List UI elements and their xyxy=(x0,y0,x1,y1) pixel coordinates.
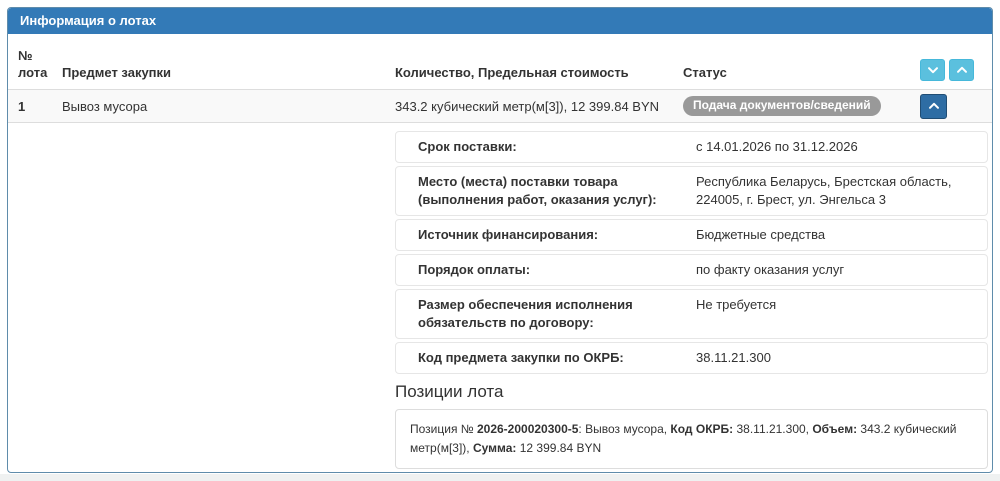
positions-heading: Позиции лота xyxy=(395,382,988,402)
detail-label: Срок поставки: xyxy=(418,138,696,156)
lot-subject-cell: Вывоз мусора xyxy=(62,99,395,114)
lot-number-header-line2: лота xyxy=(18,65,47,80)
col-header-status: Статус xyxy=(683,64,920,81)
col-header-quantity: Количество, Предельная стоимость xyxy=(395,64,683,81)
status-badge: Подача документов/сведений xyxy=(683,96,881,116)
position-okrb-label: Код ОКРБ: xyxy=(670,422,733,436)
detail-row-security-amount: Размер обеспечения исполнения обязательс… xyxy=(395,289,988,339)
detail-label: Размер обеспечения исполнения обязательс… xyxy=(418,296,696,332)
position-sum-value: 12 399.84 BYN xyxy=(516,441,601,455)
position-item: Позиция № 2026-200020300-5: Вывоз мусора… xyxy=(395,409,988,469)
lots-info-panel: Информация о лотах № лота Предмет закупк… xyxy=(7,7,993,473)
detail-row-payment-order: Порядок оплаты: по факту оказания услуг xyxy=(395,254,988,286)
detail-row-funding-source: Источник финансирования: Бюджетные средс… xyxy=(395,219,988,251)
detail-value: 38.11.21.300 xyxy=(696,349,977,367)
detail-label: Источник финансирования: xyxy=(418,226,696,244)
col-header-subject: Предмет закупки xyxy=(62,64,395,81)
detail-row-delivery-place: Место (места) поставки товара (выполнени… xyxy=(395,166,988,216)
detail-label: Место (места) поставки товара (выполнени… xyxy=(418,173,696,209)
lot-details-section: Срок поставки: с 14.01.2026 по 31.12.202… xyxy=(8,123,992,469)
position-prefix: Позиция № xyxy=(410,422,477,436)
detail-value: Бюджетные средства xyxy=(696,226,977,244)
detail-value: с 14.01.2026 по 31.12.2026 xyxy=(696,138,977,156)
col-header-lot-number: № лота xyxy=(18,47,62,81)
detail-label: Порядок оплаты: xyxy=(418,261,696,279)
row-toggle-button[interactable] xyxy=(920,94,947,119)
position-okrb-value: 38.11.21.300, xyxy=(733,422,812,436)
lot-number-header-line1: № xyxy=(18,48,33,63)
chevron-down-icon xyxy=(927,64,939,76)
position-subject: : Вывоз мусора, xyxy=(578,422,670,436)
detail-row-delivery-term: Срок поставки: с 14.01.2026 по 31.12.202… xyxy=(395,131,988,163)
position-volume-label: Объем: xyxy=(812,422,857,436)
detail-value: по факту оказания услуг xyxy=(696,261,977,279)
page-background-strip xyxy=(0,474,1000,481)
lot-number-cell: 1 xyxy=(18,99,62,114)
lot-table-row: 1 Вывоз мусора 343.2 кубический метр(м[3… xyxy=(8,89,992,123)
lot-quantity-cell: 343.2 кубический метр(м[3]), 12 399.84 B… xyxy=(395,99,683,114)
lot-details-table: Срок поставки: с 14.01.2026 по 31.12.202… xyxy=(395,131,988,469)
chevron-up-icon xyxy=(956,64,968,76)
position-number: 2026-200020300-5 xyxy=(477,422,578,436)
chevron-up-icon xyxy=(928,100,940,112)
detail-value: Не требуется xyxy=(696,296,977,332)
position-sum-label: Сумма: xyxy=(473,441,516,455)
table-header-row: № лота Предмет закупки Количество, Преде… xyxy=(8,34,992,89)
detail-label: Код предмета закупки по ОКРБ: xyxy=(418,349,696,367)
detail-row-okrb-code: Код предмета закупки по ОКРБ: 38.11.21.3… xyxy=(395,342,988,374)
expand-all-button[interactable] xyxy=(949,59,974,81)
panel-title: Информация о лотах xyxy=(8,8,992,34)
collapse-all-button[interactable] xyxy=(920,59,945,81)
detail-value: Республика Беларусь, Брестская область, … xyxy=(696,173,977,209)
